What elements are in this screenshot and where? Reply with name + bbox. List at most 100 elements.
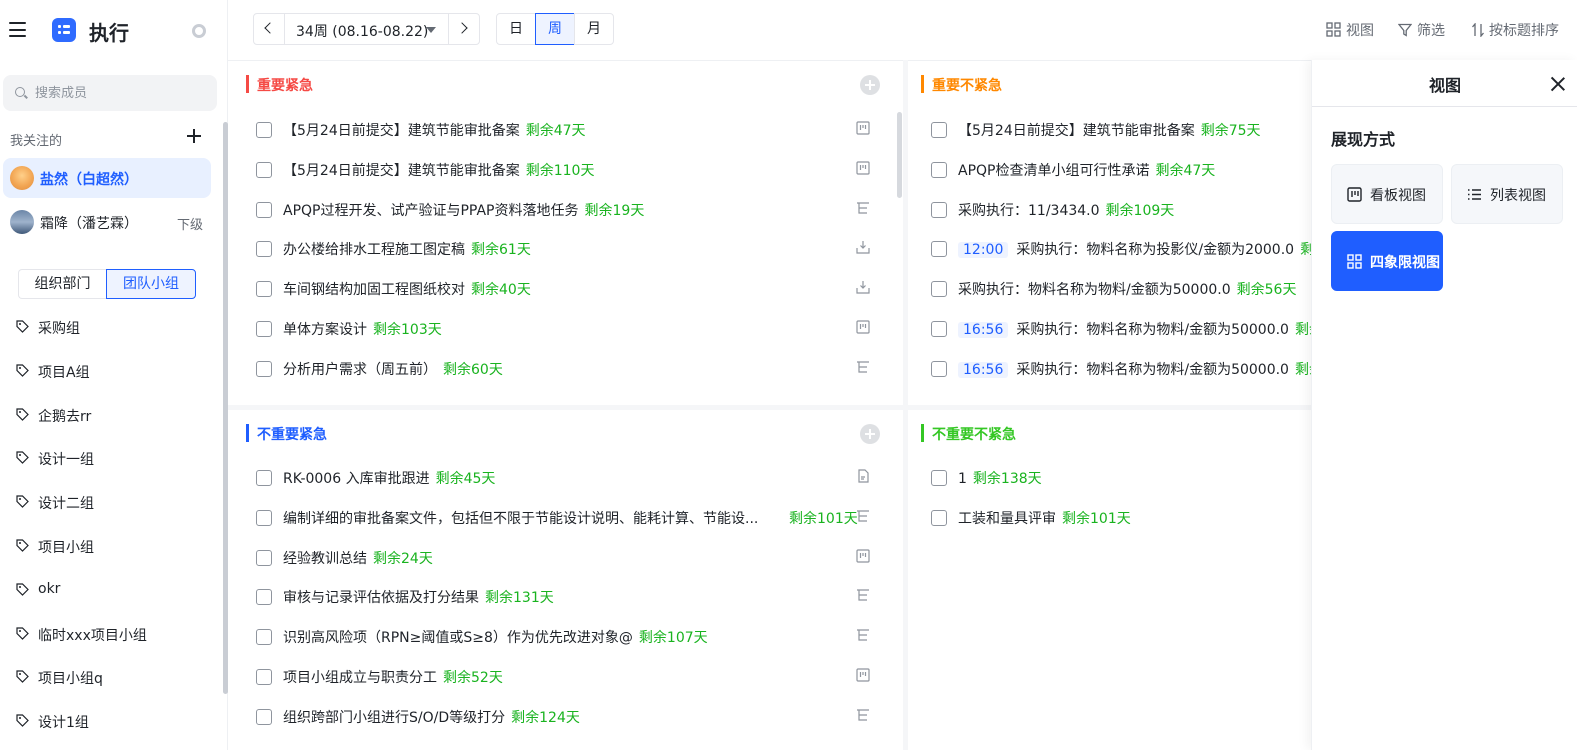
- task-checkbox[interactable]: [256, 201, 272, 218]
- task-row[interactable]: 采购执行：物料名称为物料/金额为50000.0 剩余56天: [931, 270, 1311, 310]
- group-item[interactable]: 设计一组: [16, 443, 212, 473]
- tab-team-group[interactable]: 团队小组: [106, 269, 196, 299]
- task-checkbox[interactable]: [931, 360, 947, 377]
- task-row[interactable]: 16:56 采购执行：物料名称为物料/金额为50000.0 剩余: [931, 350, 1311, 390]
- prev-week-button[interactable]: [253, 13, 285, 45]
- task-checkbox[interactable]: [931, 321, 947, 337]
- task-row[interactable]: 12:00 采购执行：物料名称为投影仪/金额为2000.0 剩余: [931, 230, 1311, 270]
- subtask-icon[interactable]: [856, 360, 870, 374]
- kanban-view-option[interactable]: 看板视图: [1331, 164, 1443, 224]
- kanban-icon[interactable]: [856, 161, 870, 175]
- add-task-icon[interactable]: [860, 424, 880, 444]
- task-row[interactable]: 单体方案设计 剩余103天: [256, 310, 896, 350]
- task-text: 编制详细的审批备案文件，包括但不限于节能设计说明、能耗计算、节能设...: [283, 510, 759, 527]
- mode-month-button[interactable]: 月: [574, 13, 614, 45]
- quadrant-scrollbar[interactable]: [897, 112, 902, 198]
- task-title: 分析用户需求（周五前） 剩余60天: [283, 359, 503, 379]
- task-checkbox[interactable]: [256, 589, 272, 606]
- group-item[interactable]: okr: [16, 575, 212, 605]
- week-selector[interactable]: 34周 (08.16-08.22): [284, 13, 449, 45]
- sort-button[interactable]: 按标题排序: [1472, 20, 1559, 40]
- group-item[interactable]: 项目A组: [16, 356, 212, 386]
- group-item[interactable]: 临时xxx项目小组: [16, 619, 212, 649]
- kanban-icon[interactable]: [856, 320, 870, 334]
- task-row[interactable]: 项目小组成立与职责分工 剩余52天: [256, 658, 896, 698]
- kanban-icon[interactable]: [856, 121, 870, 135]
- task-checkbox[interactable]: [931, 201, 947, 218]
- task-row[interactable]: 识别高风险项（RPN≥阈值或S≥8）作为优先改进对象@ 剩余107天: [256, 618, 896, 658]
- add-task-icon[interactable]: [860, 75, 880, 95]
- task-row[interactable]: 经验教训总结 剩余24天: [256, 539, 896, 579]
- task-row[interactable]: 16:56 采购执行：物料名称为物料/金额为50000.0 剩余: [931, 310, 1311, 350]
- subtask-icon[interactable]: [856, 628, 870, 642]
- task-checkbox[interactable]: [931, 241, 947, 258]
- task-row[interactable]: 【5月24日前提交】建筑节能审批备案 剩余75天: [931, 111, 1311, 151]
- task-checkbox[interactable]: [256, 669, 272, 685]
- task-row[interactable]: 采购执行：11/3434.0 剩余109天: [931, 191, 1311, 231]
- subtask-icon[interactable]: [856, 509, 870, 523]
- add-following-icon[interactable]: [186, 128, 202, 144]
- doc-icon[interactable]: [856, 469, 870, 483]
- task-row[interactable]: APQP过程开发、试产验证与PPAP资料落地任务 剩余19天: [256, 191, 896, 231]
- group-item[interactable]: 项目小组: [16, 531, 212, 561]
- task-checkbox[interactable]: [256, 321, 272, 337]
- next-week-button[interactable]: [448, 13, 480, 45]
- task-checkbox[interactable]: [256, 281, 272, 298]
- list-view-option[interactable]: 列表视图: [1451, 164, 1563, 224]
- task-checkbox[interactable]: [256, 360, 272, 377]
- task-checkbox[interactable]: [256, 549, 272, 566]
- settings-icon[interactable]: [192, 24, 206, 38]
- subtask-icon[interactable]: [856, 708, 870, 722]
- task-checkbox[interactable]: [256, 161, 272, 178]
- inbox-icon[interactable]: [856, 240, 870, 254]
- task-row[interactable]: RK-0006 入库审批跟进 剩余45天: [256, 459, 896, 499]
- task-row[interactable]: 组织跨部门小组进行S/O/D等级打分 剩余124天: [256, 698, 896, 738]
- filter-button[interactable]: 筛选: [1398, 20, 1445, 40]
- task-row[interactable]: 1 剩余138天: [931, 459, 1311, 499]
- remaining-days: 剩余19天: [584, 202, 645, 219]
- view-button[interactable]: 视图: [1326, 20, 1374, 40]
- task-row[interactable]: 工装和量具评审 剩余101天: [931, 499, 1311, 539]
- member-search: [3, 75, 217, 111]
- group-item[interactable]: 设计二组: [16, 487, 212, 517]
- task-checkbox[interactable]: [931, 161, 947, 178]
- group-item[interactable]: 企鹅去rr: [16, 400, 212, 430]
- task-row[interactable]: 【5月24日前提交】建筑节能审批备案 剩余47天: [256, 111, 896, 151]
- task-row[interactable]: 办公楼给排水工程施工图定稿 剩余61天: [256, 230, 896, 270]
- mode-week-button[interactable]: 周: [535, 13, 575, 45]
- menu-icon[interactable]: [9, 22, 26, 37]
- kanban-icon[interactable]: [856, 668, 870, 682]
- task-checkbox[interactable]: [256, 509, 272, 526]
- task-checkbox[interactable]: [931, 281, 947, 298]
- mode-day-button[interactable]: 日: [496, 13, 536, 45]
- task-row[interactable]: 车间钢结构加固工程图纸校对 剩余40天: [256, 270, 896, 310]
- quadrant-view-option[interactable]: 四象限视图: [1331, 231, 1443, 291]
- task-row[interactable]: 【5月24日前提交】建筑节能审批备案 剩余110天: [256, 151, 896, 191]
- remaining-days: 剩余101天: [1062, 510, 1131, 527]
- task-row[interactable]: 分析用户需求（周五前） 剩余60天: [256, 350, 896, 390]
- person-item-selected[interactable]: 盐然（白超然）: [3, 158, 211, 198]
- close-icon[interactable]: [1550, 76, 1566, 92]
- task-checkbox[interactable]: [931, 470, 947, 486]
- search-input[interactable]: [35, 75, 213, 111]
- kanban-icon[interactable]: [856, 548, 870, 563]
- task-checkbox[interactable]: [256, 708, 272, 725]
- task-checkbox[interactable]: [931, 509, 947, 526]
- task-row[interactable]: APQP检查清单小组可行性承诺 剩余47天: [931, 151, 1311, 191]
- group-name: 项目小组: [38, 540, 94, 556]
- task-row[interactable]: 编制详细的审批备案文件，包括但不限于节能设计说明、能耗计算、节能设... 剩余10…: [256, 499, 896, 539]
- task-checkbox[interactable]: [256, 122, 272, 138]
- group-item[interactable]: 采购组: [16, 312, 212, 342]
- task-checkbox[interactable]: [256, 470, 272, 486]
- tab-org-department[interactable]: 组织部门: [18, 269, 106, 299]
- subtask-icon[interactable]: [856, 201, 870, 215]
- group-item[interactable]: 设计1组: [16, 706, 212, 736]
- group-item[interactable]: 项目小组q: [16, 662, 212, 692]
- task-checkbox[interactable]: [931, 122, 947, 138]
- person-item[interactable]: 霜降（潘艺霖） 下级: [3, 202, 211, 242]
- task-checkbox[interactable]: [256, 241, 272, 258]
- inbox-icon[interactable]: [856, 280, 870, 294]
- task-row[interactable]: 审核与记录评估依据及打分结果 剩余131天: [256, 578, 896, 618]
- task-checkbox[interactable]: [256, 629, 272, 646]
- subtask-icon[interactable]: [856, 588, 870, 602]
